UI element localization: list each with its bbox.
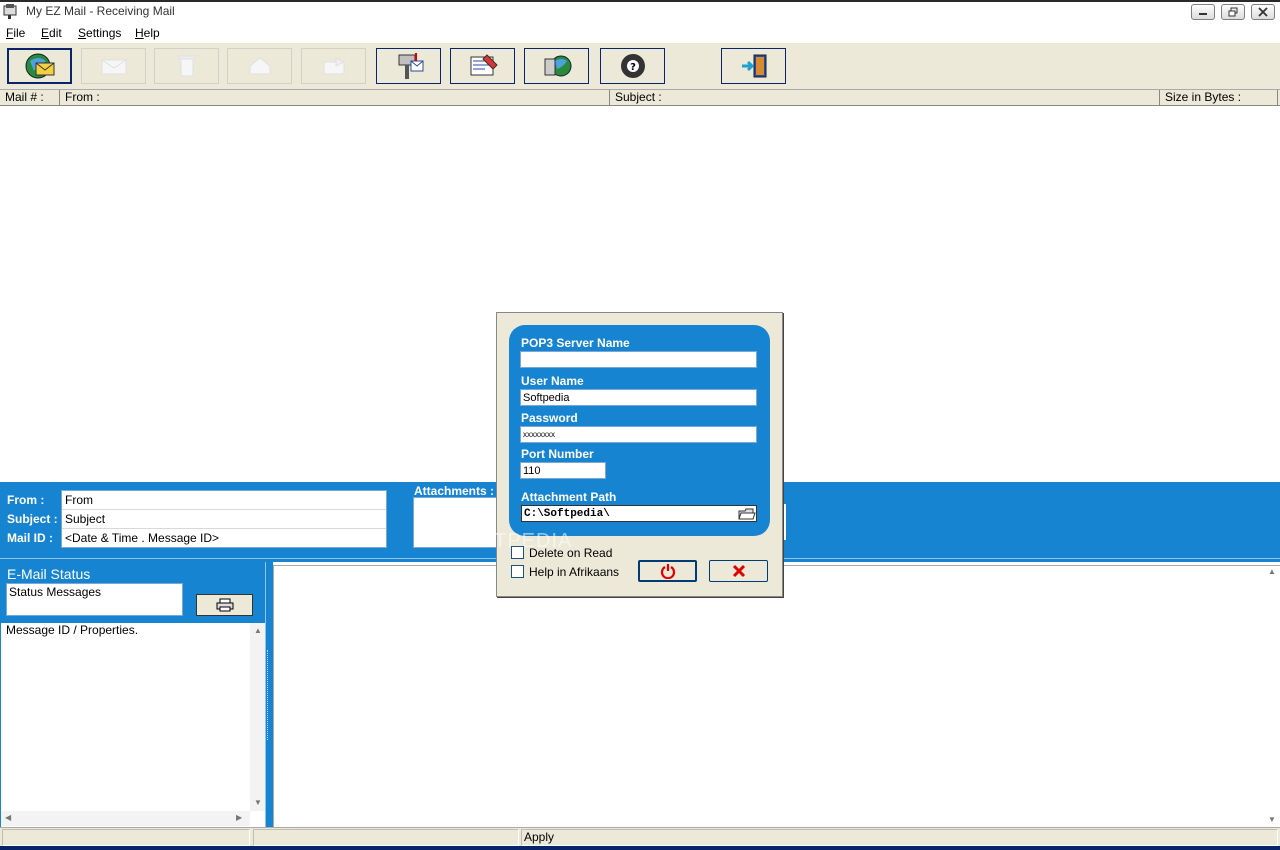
column-mail-number[interactable]: Mail # : <box>0 90 60 106</box>
password-input[interactable] <box>520 426 757 443</box>
help-ball-icon: ? <box>620 54 645 78</box>
ok-button[interactable] <box>638 560 697 582</box>
svg-text:?: ? <box>630 62 636 73</box>
address-book-button[interactable] <box>450 48 515 84</box>
port-number-input[interactable] <box>520 462 606 479</box>
attachments-label: Attachments : <box>414 484 495 498</box>
message-properties-text: Message ID / Properties. <box>6 623 139 637</box>
envelope-icon <box>101 59 126 75</box>
cancel-button[interactable] <box>709 560 768 582</box>
column-from[interactable]: From : <box>60 90 610 106</box>
restore-icon <box>1228 7 1238 17</box>
pop3-server-label: POP3 Server Name <box>521 336 630 350</box>
menu-bar <box>0 24 1280 43</box>
scroll-left-arrow-icon[interactable]: ◀ <box>5 814 11 822</box>
close-window-button[interactable] <box>1251 4 1275 20</box>
password-label: Password <box>521 411 578 425</box>
user-name-input[interactable] <box>520 389 757 406</box>
statusbar-pane-2 <box>253 829 519 846</box>
email-status-title: E-Mail Status <box>7 566 91 582</box>
menu-edit[interactable]: Edit <box>41 26 62 40</box>
minimize-icon <box>1199 13 1207 15</box>
trash-icon <box>178 55 195 77</box>
port-number-label: Port Number <box>521 447 594 461</box>
delete-on-read-label[interactable]: Delete on Read <box>529 546 612 560</box>
app-mailbox-icon[interactable] <box>3 3 19 19</box>
forward-icon <box>323 57 345 75</box>
mailbox-button[interactable] <box>376 48 441 84</box>
exit-button[interactable] <box>721 48 786 84</box>
mail-id-value: <Date & Time . Message ID> <box>65 531 220 545</box>
exit-door-icon <box>741 54 766 78</box>
taskbar-edge <box>0 846 1280 850</box>
send-button[interactable] <box>524 48 589 84</box>
send-globe-icon <box>544 55 571 77</box>
print-button[interactable] <box>196 594 253 616</box>
printer-icon <box>216 598 233 612</box>
message-scroll-down-arrow-icon[interactable]: ▼ <box>1268 816 1276 824</box>
browse-folder-icon[interactable] <box>738 507 756 521</box>
mailbox-icon <box>398 53 423 79</box>
statusbar-pane-1 <box>2 829 250 846</box>
receive-mail-button[interactable] <box>7 48 72 84</box>
message-body-area[interactable] <box>273 565 1280 827</box>
window-title: My EZ Mail - Receiving Mail <box>26 4 175 18</box>
properties-vertical-scrollbar[interactable]: ▲ ▼ <box>250 623 265 811</box>
mail-id-label: Mail ID : <box>7 531 54 545</box>
scroll-right-arrow-icon[interactable]: ▶ <box>236 814 242 822</box>
reply-button[interactable] <box>227 48 292 84</box>
statusbar-apply: Apply <box>521 829 1278 846</box>
pop3-server-input[interactable] <box>520 351 757 368</box>
title-bar <box>0 0 1280 24</box>
cancel-x-icon <box>732 564 745 578</box>
address-book-icon <box>470 54 498 76</box>
from-value: From <box>62 491 386 510</box>
user-name-label: User Name <box>521 374 584 388</box>
from-label: From : <box>7 493 45 507</box>
mail-list-header: Mail # : From : Subject : Size in Bytes … <box>0 89 1280 106</box>
globe-mail-icon <box>25 53 54 79</box>
scroll-down-arrow-icon[interactable]: ▼ <box>254 799 262 807</box>
help-afrikaans-label[interactable]: Help in Afrikaans <box>529 565 619 579</box>
menu-file[interactable]: File <box>6 26 25 40</box>
scroll-up-arrow-icon[interactable]: ▲ <box>254 627 262 635</box>
restore-button[interactable] <box>1221 4 1245 20</box>
subject-label: Subject : <box>7 512 58 526</box>
attachment-path-input[interactable] <box>521 505 757 522</box>
status-messages-box: Status Messages <box>6 583 183 616</box>
column-subject[interactable]: Subject : <box>610 90 1160 106</box>
close-icon <box>1258 7 1268 17</box>
message-vertical-scrollbar[interactable]: ▲ ▼ <box>1264 566 1280 827</box>
help-afrikaans-checkbox[interactable] <box>511 565 524 578</box>
menu-settings[interactable]: Settings <box>78 26 121 40</box>
minimize-button[interactable] <box>1191 4 1215 20</box>
forward-button[interactable] <box>301 48 366 84</box>
power-ok-icon <box>660 564 675 579</box>
menu-help[interactable]: Help <box>135 26 160 40</box>
reply-icon <box>249 57 270 75</box>
help-button[interactable]: ? <box>600 48 665 84</box>
properties-horizontal-scrollbar[interactable]: ◀ ▶ <box>1 811 250 826</box>
attachment-path-label: Attachment Path <box>521 490 617 504</box>
subject-value: Subject <box>62 510 386 529</box>
compose-button[interactable] <box>81 48 146 84</box>
delete-button[interactable] <box>154 48 219 84</box>
delete-on-read-checkbox[interactable] <box>511 546 524 559</box>
splitter-grip[interactable] <box>267 650 270 740</box>
message-properties-box[interactable] <box>1 623 265 827</box>
message-scroll-up-arrow-icon[interactable]: ▲ <box>1268 568 1276 576</box>
column-size[interactable]: Size in Bytes : <box>1160 90 1278 106</box>
mail-info-box: From Subject <Date & Time . Message ID> <box>61 490 387 548</box>
